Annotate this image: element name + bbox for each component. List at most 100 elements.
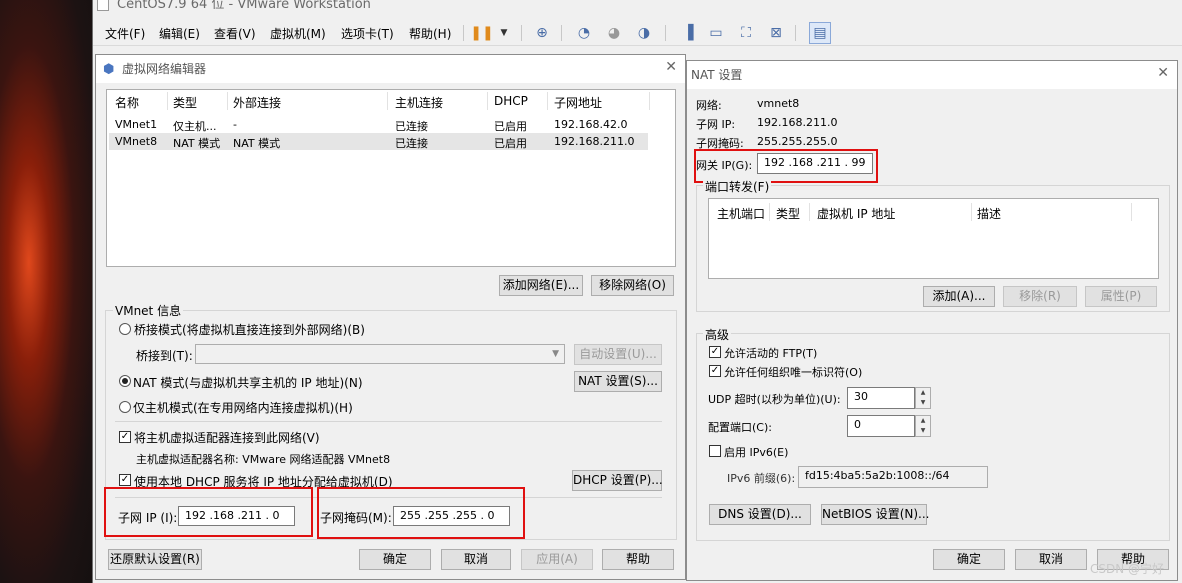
col-host[interactable]: 主机连接 <box>395 94 443 111</box>
add-port-button[interactable]: 添加(A)... <box>923 286 995 307</box>
sidebar-icon[interactable]: ▐ <box>677 22 699 44</box>
cancel-button[interactable]: 取消 <box>441 549 511 570</box>
udp-timeout-field[interactable]: 30 <box>847 387 915 409</box>
revert-snapshot-icon[interactable]: ◕ <box>603 22 625 44</box>
ipv6-prefix-label: IPv6 前缀(6): <box>727 472 796 485</box>
dropdown-icon[interactable]: ▼ <box>493 22 515 44</box>
config-port-label: 配置端口(C): <box>708 421 772 434</box>
use-dhcp-checkbox[interactable]: ✓ <box>119 474 131 486</box>
col-subnet[interactable]: 子网地址 <box>554 94 602 111</box>
menu-edit[interactable]: 编辑(E) <box>159 25 200 42</box>
virtual-network-editor-dialog: 虚拟网络编辑器 ⬢ ✕ 名称 类型 外部连接 主机连接 DHCP 子网地址 VM… <box>95 54 686 580</box>
bridge-radio[interactable] <box>119 323 131 335</box>
col-vm-ip[interactable]: 虚拟机 IP 地址 <box>817 205 895 222</box>
vmnet-info-title: VMnet 信息 <box>113 302 184 319</box>
nat-mode-label[interactable]: NAT 模式(与虚拟机共享主机的 IP 地址)(N) <box>133 374 363 391</box>
col-type[interactable]: 类型 <box>776 205 800 222</box>
col-host-port[interactable]: 主机端口 <box>717 205 765 222</box>
network-icon: ⬢ <box>103 62 115 77</box>
restore-defaults-button[interactable]: 还原默认设置(R) <box>108 549 202 570</box>
vne-title: 虚拟网络编辑器 <box>96 55 685 83</box>
snapshot-icon[interactable]: ◔ <box>573 22 595 44</box>
host-only-label[interactable]: 仅主机模式(在专用网络内连接虚拟机)(H) <box>133 399 353 416</box>
dhcp-settings-button[interactable]: DHCP 设置(P)... <box>572 470 663 491</box>
gateway-label: 网关 IP(G): <box>696 159 753 172</box>
nat-subnet-ip-value: 192.168.211.0 <box>757 116 838 129</box>
nat-cancel-button[interactable]: 取消 <box>1015 549 1087 570</box>
chevron-down-icon: ▼ <box>552 349 559 359</box>
close-icon[interactable]: ✕ <box>1157 65 1169 81</box>
vmware-logo-icon <box>97 0 109 11</box>
bridge-to-label: 桥接到(T): <box>136 349 193 363</box>
ipv6-prefix-field[interactable]: fd15:4ba5:5a2b:1008::/64 <box>798 466 988 488</box>
col-type[interactable]: 类型 <box>173 94 197 111</box>
remove-port-button[interactable]: 移除(R) <box>1003 286 1077 307</box>
console-view-icon[interactable]: ▭ <box>705 22 727 44</box>
menu-help[interactable]: 帮助(H) <box>409 25 451 42</box>
menu-tabs[interactable]: 选项卡(T) <box>341 25 394 42</box>
fullscreen-icon[interactable]: ⛶ <box>735 22 757 44</box>
apply-button[interactable]: 应用(A) <box>521 549 593 570</box>
ok-button[interactable]: 确定 <box>359 549 431 570</box>
menu-vm[interactable]: 虚拟机(M) <box>270 25 326 42</box>
subnet-ip-field[interactable]: 192 .168 .211 . 0 <box>178 506 295 526</box>
netbios-settings-button[interactable]: NetBIOS 设置(N)... <box>821 504 930 525</box>
nat-subnet-ip-label: 子网 IP: <box>696 118 736 131</box>
network-value: vmnet8 <box>757 97 800 110</box>
help-button[interactable]: 帮助 <box>602 549 674 570</box>
nat-title: NAT 设置 <box>687 61 1177 89</box>
auto-settings-button[interactable]: 自动设置(U)... <box>574 344 662 365</box>
pause-icon[interactable]: ❚❚ <box>470 22 493 44</box>
gateway-field[interactable]: 192 .168 .211 . 99 <box>757 153 873 174</box>
network-table: 名称 类型 外部连接 主机连接 DHCP 子网地址 VMnet1 仅主机... … <box>106 89 676 267</box>
col-name[interactable]: 名称 <box>115 94 139 111</box>
bridge-mode-label[interactable]: 桥接模式(将虚拟机直接连接到外部网络)(B) <box>134 321 365 338</box>
add-network-button[interactable]: 添加网络(E)... <box>499 275 583 296</box>
enable-ipv6-label[interactable]: 启用 IPv6(E) <box>724 444 788 460</box>
port-forwarding-title: 端口转发(F) <box>703 178 772 195</box>
remove-network-button[interactable]: 移除网络(O) <box>591 275 674 296</box>
subnet-ip-label: 子网 IP (I): <box>118 511 178 525</box>
udp-timeout-label: UDP 超时(以秒为单位)(U): <box>708 393 841 406</box>
nat-settings-button[interactable]: NAT 设置(S)... <box>574 371 662 392</box>
desktop-wallpaper <box>0 0 96 583</box>
connect-adapter-label[interactable]: 将主机虚拟适配器连接到此网络(V) <box>134 429 320 446</box>
port-forwarding-table: 主机端口 类型 虚拟机 IP 地址 描述 <box>708 198 1159 279</box>
send-keys-icon[interactable]: ⊕ <box>531 22 553 44</box>
enable-ipv6-checkbox[interactable] <box>709 445 721 457</box>
dns-settings-button[interactable]: DNS 设置(D)... <box>709 504 811 525</box>
allow-oui-checkbox[interactable]: ✓ <box>709 365 721 377</box>
col-description[interactable]: 描述 <box>977 205 1001 222</box>
nat-subnet-mask-value: 255.255.255.0 <box>757 135 838 148</box>
library-icon[interactable]: ▤ <box>809 22 831 44</box>
menu-bar: 文件(F) 编辑(E) 查看(V) 虚拟机(M) 选项卡(T) 帮助(H) ❚❚… <box>93 20 1182 46</box>
allow-ftp-label[interactable]: 允许活动的 FTP(T) <box>724 345 817 361</box>
menu-file[interactable]: 文件(F) <box>105 25 145 42</box>
config-port-field[interactable]: 0 <box>847 415 915 437</box>
use-dhcp-label[interactable]: 使用本地 DHCP 服务将 IP 地址分配给虚拟机(D) <box>134 473 393 490</box>
udp-timeout-stepper[interactable]: ▲ ▼ <box>915 387 931 409</box>
allow-oui-label[interactable]: 允许任何组织唯一标识符(O) <box>724 364 862 380</box>
adapter-name-label: 主机虚拟适配器名称: VMware 网络适配器 VMnet8 <box>136 453 391 466</box>
nat-radio[interactable] <box>119 375 131 387</box>
table-row[interactable]: VMnet1 仅主机... - 已连接 已启用 192.168.42.0 <box>109 116 648 133</box>
unity-icon[interactable]: ⊠ <box>765 22 787 44</box>
properties-button[interactable]: 属性(P) <box>1085 286 1157 307</box>
bridge-to-select[interactable]: ▼ <box>195 344 565 364</box>
allow-ftp-checkbox[interactable]: ✓ <box>709 346 721 358</box>
col-external[interactable]: 外部连接 <box>233 94 281 111</box>
nat-ok-button[interactable]: 确定 <box>933 549 1005 570</box>
close-icon[interactable]: ✕ <box>665 59 677 75</box>
snapshot-manager-icon[interactable]: ◑ <box>633 22 655 44</box>
table-row[interactable]: VMnet8 NAT 模式 NAT 模式 已连接 已启用 192.168.211… <box>109 133 648 150</box>
connect-adapter-checkbox[interactable]: ✓ <box>119 431 131 443</box>
advanced-title: 高级 <box>703 326 732 343</box>
window-title: CentOS7.9 64 位 - VMware Workstation <box>93 0 1182 16</box>
host-only-radio[interactable] <box>119 401 131 413</box>
col-dhcp[interactable]: DHCP <box>494 94 528 108</box>
subnet-mask-field[interactable]: 255 .255 .255 . 0 <box>393 506 510 526</box>
nat-subnet-mask-label: 子网掩码: <box>696 137 744 150</box>
config-port-stepper[interactable]: ▲ ▼ <box>915 415 931 437</box>
menu-view[interactable]: 查看(V) <box>214 25 256 42</box>
subnet-mask-label: 子网掩码(M): <box>320 511 392 525</box>
